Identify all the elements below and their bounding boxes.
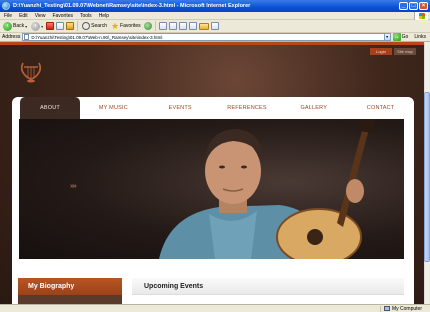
links-button[interactable]: Links — [410, 34, 430, 40]
folder-icon[interactable] — [198, 22, 209, 30]
vertical-scrollbar[interactable] — [424, 42, 430, 304]
site-top-buttons: Login Site map — [370, 48, 416, 55]
minimize-button[interactable]: _ — [399, 2, 408, 10]
back-dropdown-icon[interactable]: ▾ — [25, 24, 27, 29]
menu-view[interactable]: View — [35, 13, 46, 19]
hero-next-arrows[interactable]: »» — [70, 183, 77, 190]
address-value: D:\Yuanzhi\Testing\01.09.07\Web-n.90\_Ra… — [31, 34, 163, 40]
go-arrow-icon: → — [392, 33, 401, 41]
sitemap-button[interactable]: Site map — [394, 48, 416, 55]
address-dropdown-icon[interactable]: ▾ — [383, 33, 391, 41]
windows-logo-icon — [414, 12, 428, 20]
address-input[interactable]: D:\Yuanzhi\Testing\01.09.07\Web-n.90\_Ra… — [22, 33, 385, 41]
site-top-accent-bar — [0, 42, 424, 45]
window-controls: _ □ × — [399, 2, 428, 10]
hero-image — [19, 119, 404, 259]
back-label: Back — [13, 23, 25, 29]
status-bar: My Computer — [0, 304, 430, 312]
ie-icon — [2, 2, 10, 10]
toolbar-separator — [154, 21, 156, 31]
maximize-button[interactable]: □ — [409, 2, 418, 10]
mail-icon[interactable] — [158, 22, 167, 30]
print-icon[interactable] — [168, 22, 177, 30]
go-label: Go — [401, 34, 409, 40]
main-nav: ABOUT MY MUSIC EVENTS REFERENCES GALLERY… — [12, 97, 414, 119]
menu-bar: File Edit View Favorites Tools Help — [0, 12, 430, 20]
search-button[interactable]: Search — [81, 22, 108, 30]
nav-item-gallery[interactable]: GALLERY — [280, 97, 347, 119]
forward-dropdown-icon[interactable]: ▾ — [41, 24, 43, 29]
nav-item-references[interactable]: REFERENCES — [214, 97, 281, 119]
window-titlebar: D:\Yuanzhi_Testing\01.09.07\Webnet\Ramse… — [0, 0, 430, 12]
history-icon[interactable] — [143, 22, 152, 30]
search-label: Search — [91, 23, 107, 29]
address-label: Address — [2, 34, 21, 40]
lyre-logo-icon[interactable] — [18, 59, 44, 85]
menu-tools[interactable]: Tools — [80, 13, 92, 19]
biography-heading: My Biography — [18, 278, 122, 295]
menu-edit[interactable]: Edit — [19, 13, 28, 19]
forward-button[interactable]: › ▾ — [30, 21, 44, 31]
forward-arrow-icon: › — [31, 21, 41, 31]
favorites-label: Favorites — [120, 23, 141, 29]
star-icon: ★ — [111, 21, 120, 31]
messenger-icon[interactable] — [210, 22, 219, 30]
nav-item-about[interactable]: ABOUT — [20, 97, 80, 119]
window-title: D:\Yuanzhi_Testing\01.09.07\Webnet\Ramse… — [13, 3, 251, 9]
toolbar: ‹ Back ▾ › ▾ Search ★ Favorites — [0, 20, 430, 33]
status-zone-label: My Computer — [391, 305, 422, 312]
favorites-button[interactable]: ★ Favorites — [110, 21, 142, 31]
refresh-icon[interactable] — [56, 22, 65, 30]
stop-icon[interactable] — [46, 22, 55, 30]
address-bar: Address D:\Yuanzhi\Testing\01.09.07\Web-… — [0, 33, 430, 42]
home-icon[interactable] — [66, 22, 75, 30]
login-button[interactable]: Login — [370, 48, 392, 55]
back-arrow-icon: ‹ — [3, 21, 12, 31]
hero-photo-musician — [159, 119, 375, 259]
discuss-icon[interactable] — [188, 22, 197, 30]
nav-item-events[interactable]: EVENTS — [147, 97, 214, 119]
back-button[interactable]: ‹ Back ▾ — [2, 21, 28, 31]
status-zone: My Computer — [379, 305, 430, 312]
go-button[interactable]: → Go — [392, 33, 409, 41]
search-icon — [82, 22, 91, 30]
computer-icon — [383, 306, 390, 311]
biography-body — [18, 295, 122, 304]
nav-item-my-music[interactable]: MY MUSIC — [80, 97, 147, 119]
toolbar-separator — [77, 21, 79, 31]
page-icon — [24, 34, 30, 40]
nav-item-contact[interactable]: CONTACT — [347, 97, 414, 119]
menu-favorites[interactable]: Favorites — [52, 13, 73, 19]
edit-icon[interactable] — [178, 22, 187, 30]
menu-file[interactable]: File — [4, 13, 12, 19]
events-heading: Upcoming Events — [132, 278, 404, 295]
menu-help[interactable]: Help — [99, 13, 109, 19]
scrollbar-thumb[interactable] — [424, 92, 430, 262]
page-viewport: Login Site map ABOUT MY MUSIC EVENTS REF… — [0, 42, 430, 304]
close-button[interactable]: × — [419, 2, 428, 10]
